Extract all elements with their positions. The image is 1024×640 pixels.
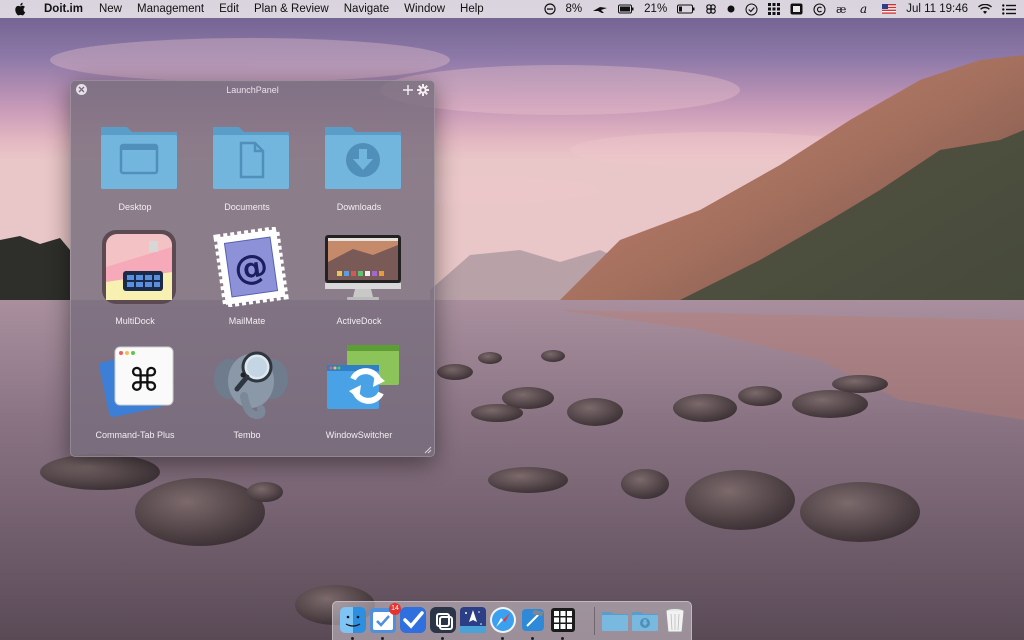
window-title: LaunchPanel [226, 85, 279, 95]
launch-item-mailmate[interactable]: @ MailMate [191, 223, 303, 335]
downloads-folder-icon [323, 113, 403, 193]
list-icon[interactable] [1002, 3, 1016, 15]
svg-text:a: a [860, 3, 867, 15]
launch-item-label: ActiveDock [336, 316, 382, 326]
launch-item-downloads[interactable]: Downloads [303, 109, 415, 221]
launch-item-label: Tembo [233, 430, 261, 440]
launchpanel-window: LaunchPanel Desktop Documents Downloads … [70, 80, 435, 457]
dock-launchpad[interactable] [459, 606, 487, 634]
dock-separator [594, 607, 595, 635]
launchpad-rocket-icon [460, 607, 486, 633]
multidock-icon [99, 227, 179, 307]
xcode-icon [522, 609, 544, 631]
safari-icon [490, 607, 516, 633]
menu-new[interactable]: New [99, 3, 122, 15]
clover-icon[interactable] [705, 3, 717, 15]
dock-doit-tasks[interactable]: 14 [369, 603, 401, 640]
launch-item-label: Downloads [336, 202, 382, 212]
tembo-icon [211, 341, 291, 421]
battery-percent[interactable]: 21% [644, 3, 667, 15]
us-flag-icon[interactable] [882, 4, 897, 14]
svg-text:æ: æ [836, 4, 846, 14]
dock-xcode[interactable] [519, 606, 547, 640]
launch-item-label: Documents [224, 202, 270, 212]
minus-circle-icon[interactable] [543, 3, 556, 15]
gear-icon [417, 84, 429, 96]
grid-icon[interactable] [768, 3, 781, 15]
dock-safari[interactable] [489, 606, 517, 640]
dock-finder[interactable] [339, 606, 367, 640]
grid-app-icon [551, 608, 575, 632]
settings-button[interactable] [417, 83, 429, 96]
dock-apps-folder[interactable] [601, 606, 629, 634]
menu-window[interactable]: Window [404, 3, 445, 15]
add-button[interactable] [402, 83, 414, 95]
blue-check-icon [400, 607, 426, 633]
launch-item-label: WindowSwitcher [325, 430, 393, 440]
launch-item-label: Desktop [118, 202, 152, 212]
launch-item-activedock[interactable]: ActiveDock [303, 223, 415, 335]
battery-outline-icon[interactable] [677, 4, 695, 14]
launch-item-tembo[interactable]: Tembo [191, 337, 303, 449]
finder-icon [340, 607, 366, 633]
app-menu[interactable]: Doit.im [44, 3, 83, 15]
command-tab-plus-icon: ⌘ [99, 341, 179, 421]
status-area: 8% 21% æ a Jul 11 19:46 [543, 0, 1016, 18]
svg-text:@: @ [232, 246, 271, 290]
multidock-dark-icon [430, 607, 456, 633]
ae-ligature-icon[interactable]: æ [836, 4, 850, 14]
windowswitcher-icon [323, 341, 403, 421]
dock-downloads-stack[interactable] [631, 606, 659, 634]
launch-item-label: MultiDock [115, 316, 155, 326]
launch-item-multidock[interactable]: MultiDock [79, 223, 191, 335]
dnd-percent[interactable]: 8% [566, 3, 583, 15]
close-button[interactable] [76, 84, 87, 95]
downloads-stack-icon [632, 612, 658, 631]
launch-item-desktop[interactable]: Desktop [79, 109, 191, 221]
dock-grid-app[interactable] [549, 606, 577, 640]
launch-item-label: Command-Tab Plus [95, 430, 175, 440]
battery-icon[interactable] [618, 4, 634, 14]
wifi-icon[interactable] [978, 3, 992, 15]
trash-icon [665, 608, 685, 633]
dock-trash[interactable] [661, 606, 689, 634]
menu-plan-review[interactable]: Plan & Review [254, 3, 329, 15]
clock[interactable]: Jul 11 19:46 [906, 3, 968, 15]
copyright-icon[interactable] [813, 2, 826, 16]
launch-item-windowswitcher[interactable]: WindowSwitcher [303, 337, 415, 449]
svg-text:⌘: ⌘ [128, 361, 160, 399]
menu-help[interactable]: Help [460, 3, 484, 15]
dock-multidock[interactable] [429, 606, 457, 640]
launch-item-label: MailMate [228, 316, 266, 326]
window-titlebar[interactable]: LaunchPanel [71, 81, 434, 99]
apps-folder-icon [602, 612, 628, 631]
mailmate-icon: @ [211, 225, 291, 309]
close-icon [78, 86, 85, 93]
apple-menu-icon[interactable] [14, 2, 30, 16]
menu-bar: Doit.im New Management Edit Plan & Revie… [0, 0, 1024, 18]
dock: 14 [332, 601, 692, 640]
launch-item-command-tab-plus[interactable]: ⌘ Command-Tab Plus [79, 337, 191, 449]
launch-item-documents[interactable]: Documents [191, 109, 303, 221]
menu-management[interactable]: Management [137, 3, 204, 15]
checkmark-box-icon[interactable] [745, 3, 758, 16]
desktop-folder-icon [99, 113, 179, 193]
menu-edit[interactable]: Edit [219, 3, 239, 15]
dot-icon[interactable] [727, 5, 735, 13]
menu-navigate[interactable]: Navigate [344, 3, 389, 15]
cloud-plane-icon[interactable] [592, 4, 608, 14]
activedock-icon [323, 227, 403, 307]
dock-blue-check[interactable] [399, 606, 427, 634]
script-a-icon[interactable]: a [860, 3, 872, 15]
resize-grip-icon[interactable] [424, 446, 432, 454]
documents-folder-icon [211, 113, 291, 193]
plus-icon [403, 85, 413, 95]
window-switch-icon[interactable] [790, 3, 803, 15]
